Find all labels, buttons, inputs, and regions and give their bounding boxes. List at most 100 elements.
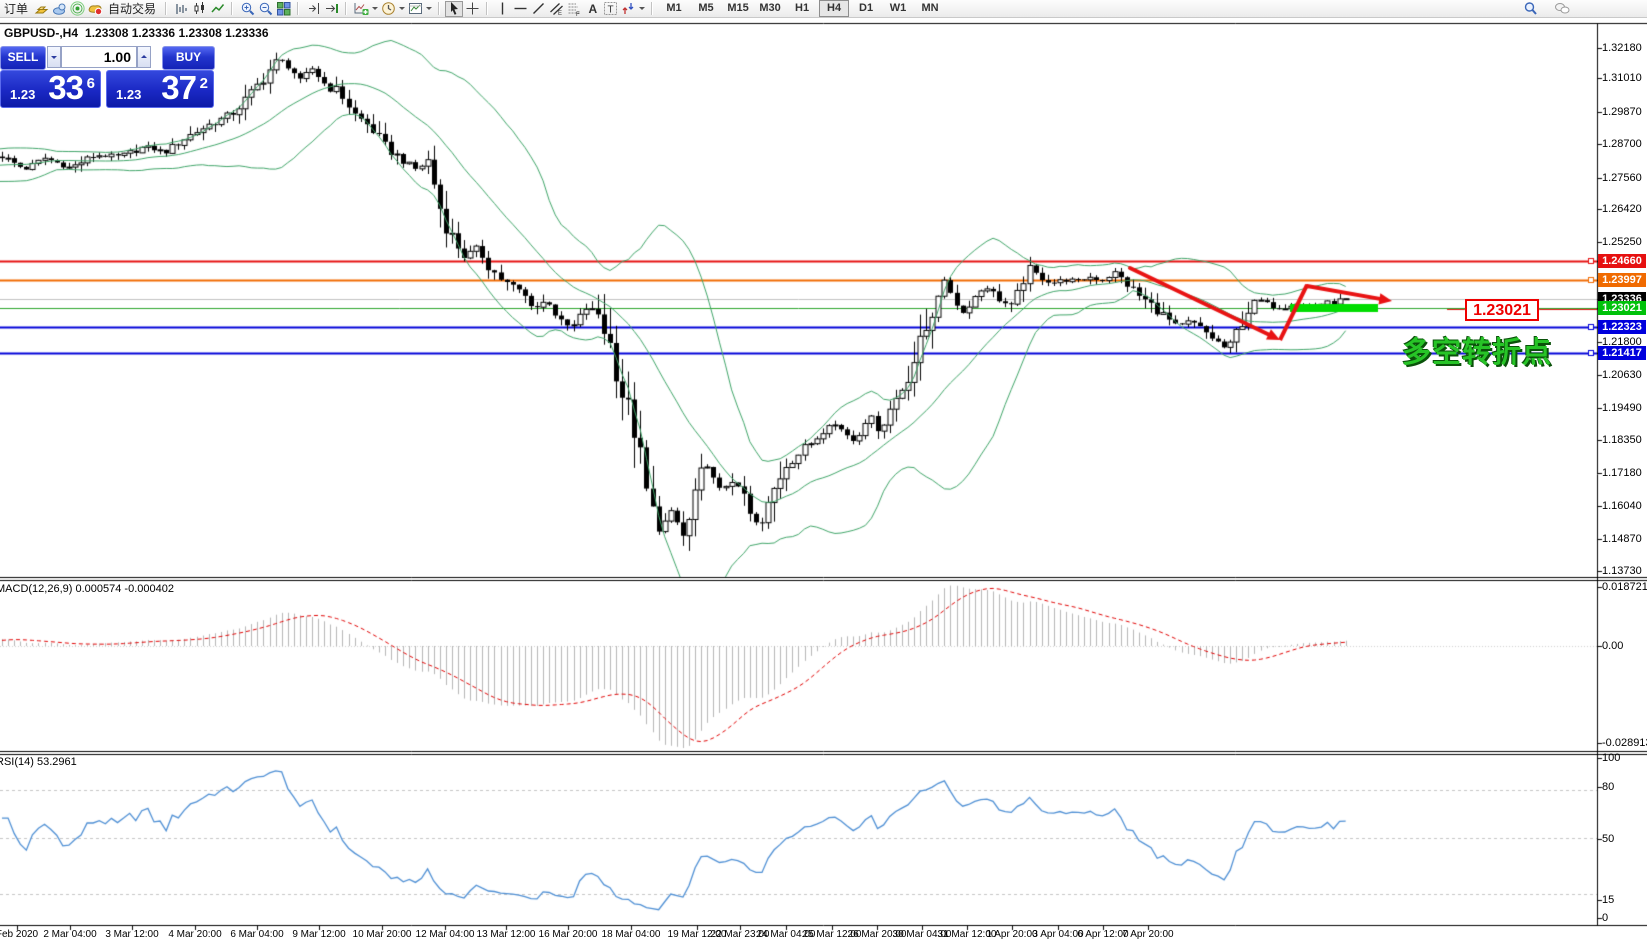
toolbar-separator [651, 2, 653, 15]
timeframe-h4-button[interactable]: H4 [819, 0, 849, 17]
rsi-indicator-label: RSI(14) 53.2961 [0, 756, 77, 768]
indicator-axis-label: 50 [1602, 833, 1614, 845]
quote-symbol: GBPUSD-,H4 [4, 26, 78, 40]
bar-chart-icon[interactable] [172, 1, 190, 17]
timeframe-m30-button[interactable]: M30 [755, 0, 785, 17]
template-dropdown-caret[interactable] [424, 1, 433, 17]
svg-text:E: E [558, 11, 562, 16]
buy-price-panel[interactable]: 1.23 37 2 [106, 70, 214, 108]
price-axis-label: 1.20630 [1602, 369, 1646, 381]
svg-text:F: F [576, 12, 580, 16]
buy-price-sup: 2 [200, 75, 208, 92]
candlestick-chart-icon[interactable] [190, 1, 208, 17]
price-annotation-box: 1.23021 [1465, 299, 1539, 321]
template-icon[interactable] [406, 1, 424, 17]
chart-canvas[interactable] [0, 0, 1647, 943]
reversal-point-label: 多空转折点 [1402, 329, 1552, 371]
buy-button[interactable]: BUY [162, 46, 215, 70]
volume-decrease-button[interactable] [47, 46, 61, 68]
arrow-tools-dropdown-caret[interactable] [637, 1, 646, 17]
timeframe-d1-button[interactable]: D1 [851, 0, 881, 17]
quote-ohlc: 1.23308 1.23336 1.23308 1.23336 [85, 26, 269, 40]
sell-button[interactable]: SELL [0, 46, 46, 70]
autotrading-icon[interactable] [86, 1, 104, 17]
cursor-icon[interactable] [445, 1, 463, 17]
period-selector-dropdown-caret[interactable] [397, 1, 406, 17]
time-axis-label: 2 Mar 04:00 [43, 929, 96, 940]
indicator-axis-label: -0.028913 [1602, 737, 1647, 749]
sell-price-panel[interactable]: 1.23 33 6 [0, 70, 101, 108]
chart-shift-icon[interactable] [304, 1, 322, 17]
macd-indicator-label: MACD(12,26,9) 0.000574 -0.000402 [0, 583, 174, 595]
add-indicator-icon[interactable] [352, 1, 370, 17]
time-axis-label: 12 Mar 04:00 [416, 929, 475, 940]
new-order-button[interactable]: 订单 [0, 0, 32, 17]
horizontal-line-icon[interactable] [511, 1, 529, 17]
price-axis-label: 1.31010 [1602, 72, 1646, 84]
gold-icon[interactable] [32, 1, 50, 17]
price-axis-label: 1.32180 [1602, 42, 1646, 54]
price-axis-badge: 1.24660 [1598, 254, 1646, 268]
price-axis-label: 1.28700 [1602, 138, 1646, 150]
arrow-tools-icon[interactable] [619, 1, 637, 17]
indicator-axis-label: 0.00 [1602, 640, 1623, 652]
price-axis-label: 1.17180 [1602, 467, 1646, 479]
auto-scroll-icon[interactable] [322, 1, 340, 17]
chat-icon[interactable] [1553, 1, 1571, 17]
buy-price-big: 37 [161, 69, 196, 107]
time-axis-label: 6 Mar 04:00 [230, 929, 283, 940]
time-axis-label: Feb 2020 [0, 929, 38, 940]
fibonacci-icon[interactable]: F [565, 1, 583, 17]
timeframe-m1-button[interactable]: M1 [659, 0, 689, 17]
period-selector-icon[interactable] [379, 1, 397, 17]
price-axis-badge: 1.23021 [1598, 301, 1646, 315]
autotrading-button[interactable]: 自动交易 [104, 0, 160, 17]
price-axis-label: 1.18350 [1602, 434, 1646, 446]
vertical-line-icon[interactable] [493, 1, 511, 17]
timeframe-mn-button[interactable]: MN [915, 0, 945, 17]
mt4-window: 订单 自动交易 E F AT M1M5M15M30H1H4D1W1MN GBPUSD-,H… [0, 0, 1647, 943]
tile-windows-icon[interactable] [274, 1, 292, 17]
zoom-out-icon[interactable] [256, 1, 274, 17]
time-axis-label: 3 Mar 12:00 [105, 929, 158, 940]
time-axis-label: 4 Mar 20:00 [168, 929, 221, 940]
toolbar-separator [231, 2, 233, 15]
price-axis-badge: 1.22323 [1598, 320, 1646, 334]
signal-icon[interactable] [68, 1, 86, 17]
svg-text:T: T [607, 5, 613, 16]
price-axis-label: 1.19490 [1602, 402, 1646, 414]
time-axis-label: 18 Mar 04:00 [602, 929, 661, 940]
time-axis-label: 10 Mar 20:00 [353, 929, 412, 940]
toolbar-separator [297, 2, 299, 15]
equidistant-channel-icon[interactable]: E [547, 1, 565, 17]
timeframe-w1-button[interactable]: W1 [883, 0, 913, 17]
svg-text:A: A [588, 2, 597, 16]
timeframe-m15-button[interactable]: M15 [723, 0, 753, 17]
volume-input[interactable] [61, 46, 137, 68]
time-axis-label: 13 Mar 12:00 [477, 929, 536, 940]
indicator-axis-label: 0 [1602, 912, 1608, 924]
time-axis-label: 3 Apr 04:00 [1032, 929, 1083, 940]
sell-price-big: 33 [48, 69, 83, 107]
trendline-icon[interactable] [529, 1, 547, 17]
time-axis-label: 9 Mar 12:00 [292, 929, 345, 940]
toolbar: 订单 自动交易 E F AT M1M5M15M30H1H4D1W1MN [0, 0, 1647, 18]
search-icon[interactable] [1521, 1, 1539, 17]
time-axis-label: 6 Apr 12:00 [1077, 929, 1128, 940]
volume-increase-button[interactable] [137, 46, 151, 68]
community-icon[interactable] [50, 1, 68, 17]
price-axis-badge: 1.23997 [1598, 273, 1646, 287]
one-click-trading-widget: SELL BUY 1.23 33 6 1.23 37 2 [0, 42, 214, 108]
zoom-in-icon[interactable] [238, 1, 256, 17]
line-chart-icon[interactable] [208, 1, 226, 17]
crosshair-icon[interactable] [463, 1, 481, 17]
price-axis-label: 1.26420 [1602, 203, 1646, 215]
indicator-axis-label: 15 [1602, 894, 1614, 906]
price-axis-label: 1.27560 [1602, 172, 1646, 184]
text-icon[interactable]: A [583, 1, 601, 17]
time-axis-label: 16 Mar 20:00 [539, 929, 598, 940]
text-label-icon[interactable]: T [601, 1, 619, 17]
timeframe-m5-button[interactable]: M5 [691, 0, 721, 17]
timeframe-h1-button[interactable]: H1 [787, 0, 817, 17]
add-indicator-dropdown-caret[interactable] [370, 1, 379, 17]
